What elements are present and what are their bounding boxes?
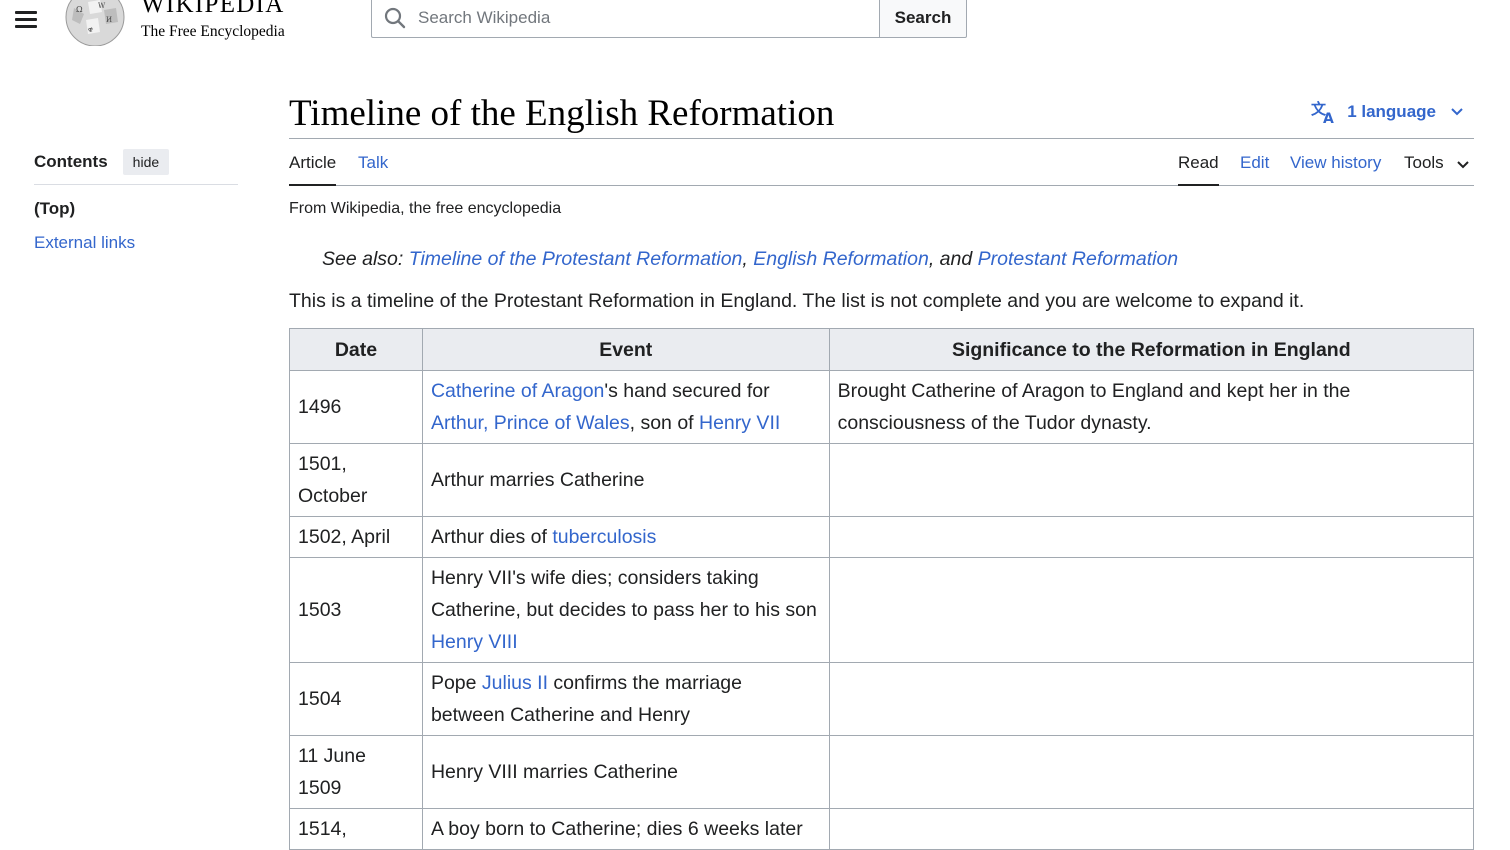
cell-event: Arthur marries Catherine	[421, 443, 830, 517]
svg-text:A: A	[1323, 111, 1334, 124]
event-text: Arthur dies of	[430, 526, 553, 548]
search-input[interactable]	[416, 7, 836, 29]
event-text: Henry VII's wife dies; considers taking …	[430, 567, 817, 621]
cell-date: 1502, April	[289, 516, 423, 558]
cell-event: Pope Julius II confirms the marriage bet…	[421, 662, 830, 736]
event-text: Henry VIII marries Catherine	[430, 761, 679, 783]
table-row: 1504 Pope Julius II confirms the marriage…	[289, 662, 1475, 736]
title-divider	[289, 138, 1474, 139]
table-body: 1496 Catherine of Aragon's hand secured f…	[289, 370, 1475, 850]
event-link[interactable]: Henry VIII	[431, 631, 518, 653]
wordmark-tagline: The Free Encyclopedia	[141, 23, 285, 40]
cell-event: Arthur dies of tuberculosis	[421, 516, 830, 558]
search-icon	[384, 7, 406, 29]
search-button[interactable]: Search	[879, 0, 967, 38]
tools-label: Tools	[1404, 153, 1444, 172]
tab-article[interactable]: Article	[289, 153, 337, 186]
hamburger-icon-line	[15, 25, 37, 28]
see-also-prefix: See also:	[322, 248, 409, 270]
cell-significance	[828, 516, 1475, 558]
event-link[interactable]: Julius II	[482, 672, 548, 694]
see-also-hatnote: See also: Timeline of the Protestant Ref…	[322, 248, 1178, 271]
timeline-table: Date Event Significance to the Reformati…	[289, 328, 1475, 850]
see-also-link[interactable]: Timeline of the Protestant Reformation	[409, 248, 743, 270]
hamburger-icon-line	[15, 18, 37, 21]
column-header-significance: Significance to the Reformation in Engla…	[828, 328, 1475, 371]
event-text: , son of	[629, 412, 699, 434]
wordmark-name: WIKIPEDIA	[141, 0, 285, 18]
cell-date: 1496	[289, 370, 423, 444]
wikipedia-wordmark[interactable]: WIKIPEDIA The Free Encyclopedia	[141, 0, 285, 41]
event-text: A boy born to Catherine; dies 6 weeks la…	[430, 818, 803, 840]
cell-event: A boy born to Catherine; dies 6 weeks la…	[421, 808, 830, 850]
search-box	[371, 0, 879, 38]
svg-text:Ω: Ω	[76, 5, 83, 14]
cell-event: Henry VII's wife dies; considers taking …	[421, 557, 830, 663]
table-row: 1496 Catherine of Aragon's hand secured f…	[289, 370, 1475, 444]
table-row: 1502, April Arthur dies of tuberculosis	[289, 516, 1475, 558]
cell-significance	[828, 662, 1475, 736]
intro-paragraph: This is a timeline of the Protestant Ref…	[289, 290, 1305, 312]
cell-date: 1503	[289, 557, 423, 663]
see-also-link[interactable]: Protestant Reformation	[978, 248, 1179, 270]
table-row: 1514, A boy born to Catherine; dies 6 we…	[289, 808, 1475, 850]
svg-text:ዊ: ዊ	[88, 26, 93, 34]
chevron-down-icon	[1456, 161, 1469, 169]
translate-icon: 文 A	[1311, 100, 1334, 124]
site-subtitle: From Wikipedia, the free encyclopedia	[289, 200, 562, 217]
svg-text:И: И	[106, 16, 112, 24]
table-of-contents: Contents hide (Top) External links	[34, 148, 238, 253]
page-tabs: Article Talk Read Edit View history Tool…	[289, 150, 1474, 186]
event-link[interactable]: Catherine of Aragon	[431, 380, 604, 402]
language-label: 1 language	[1347, 102, 1436, 121]
column-header-event: Event	[421, 328, 830, 371]
table-row: 1503 Henry VII's wife dies; considers tak…	[289, 557, 1475, 663]
toc-item-external-links[interactable]: External links	[34, 233, 238, 253]
tab-read[interactable]: Read	[1178, 153, 1219, 186]
cell-event: Catherine of Aragon's hand secured for A…	[421, 370, 830, 444]
wikipedia-globe-logo[interactable]: Ω W И ዊ	[64, 0, 126, 47]
cell-significance	[828, 808, 1475, 850]
toc-header: Contents hide	[34, 148, 238, 185]
tab-view-history[interactable]: View history	[1290, 153, 1381, 186]
cell-significance	[828, 735, 1475, 809]
table-header-row: Date Event Significance to the Reformati…	[289, 328, 1475, 371]
chevron-down-icon	[1451, 108, 1463, 116]
see-also-separator: ,	[742, 248, 754, 270]
cell-date: 1501, October	[289, 443, 423, 517]
event-link[interactable]: Henry VII	[699, 412, 780, 434]
event-link[interactable]: Arthur, Prince of Wales	[431, 412, 630, 434]
tab-edit[interactable]: Edit	[1240, 153, 1269, 186]
hamburger-icon	[15, 11, 37, 14]
table-row: 11 June 1509 Henry VIII marries Catherine	[289, 735, 1475, 809]
cell-date: 1514,	[289, 808, 423, 850]
tab-talk[interactable]: Talk	[358, 153, 388, 186]
event-text: Pope	[430, 672, 482, 694]
column-header-date: Date	[289, 328, 423, 371]
cell-significance: Brought Catherine of Aragon to England a…	[828, 370, 1475, 444]
cell-date: 1504	[289, 662, 423, 736]
svg-text:W: W	[98, 2, 106, 10]
event-text: Arthur marries Catherine	[430, 469, 645, 491]
toc-hide-button[interactable]: hide	[122, 148, 170, 175]
event-link[interactable]: tuberculosis	[552, 526, 656, 548]
cell-date: 11 June 1509	[289, 735, 423, 809]
search-form: Search	[371, 0, 967, 38]
cell-event: Henry VIII marries Catherine	[421, 735, 830, 809]
see-also-link[interactable]: English Reformation	[753, 248, 929, 270]
toc-title: Contents	[34, 151, 108, 171]
language-button[interactable]: 文 A 1 language	[1311, 100, 1474, 124]
tools-menu-button[interactable]: Tools	[1404, 153, 1470, 186]
event-text: 's hand secured for	[604, 380, 770, 402]
table-row: 1501, October Arthur marries Catherine	[289, 443, 1475, 517]
toc-item-top[interactable]: (Top)	[34, 199, 238, 219]
cell-significance	[828, 557, 1475, 663]
cell-significance	[828, 443, 1475, 517]
page-title: Timeline of the English Reformation	[289, 93, 835, 134]
see-also-separator: , and	[928, 248, 978, 270]
main-menu-button[interactable]	[10, 2, 42, 34]
